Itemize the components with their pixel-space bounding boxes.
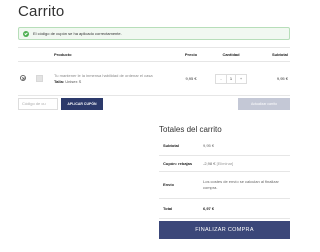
coupon-label: Cupón: rebajas: [159, 155, 199, 172]
quantity-input[interactable]: 1: [226, 73, 236, 84]
thumbnail-cell: [34, 61, 52, 96]
decrease-quantity-button[interactable]: -: [216, 74, 226, 84]
coupon-code-input[interactable]: Código de cu: [18, 98, 58, 110]
cart-item-row: Tu mantener le la inmensa habilidad de o…: [18, 61, 290, 96]
header-thumbnail: [34, 47, 52, 62]
checkout-button[interactable]: FINALIZAR COMPRA: [159, 221, 290, 239]
shipping-value: Los costes de envío se calculan al final…: [199, 171, 290, 199]
total-label: Total: [159, 198, 199, 219]
coupon-row: Código de cu APLICAR CUPÓN Actualizar ca…: [18, 98, 290, 112]
product-variation: Talla: Unisex S: [54, 79, 174, 84]
header-remove: [18, 47, 34, 62]
remove-item-icon[interactable]: [20, 75, 26, 81]
totals-total-row: Total 6,97 €: [159, 198, 290, 219]
remove-cell: [18, 61, 34, 96]
shipping-label: Envío: [159, 171, 199, 199]
product-price: 9,95 €: [176, 61, 206, 96]
totals-coupon-row: Cupón: rebajas -2,98 € [Eliminar]: [159, 155, 290, 172]
update-cart-button[interactable]: Actualizar carrito: [238, 98, 290, 110]
cart-totals-table: Subtotal 9,95 € Cupón: rebajas -2,98 € […: [159, 136, 290, 219]
notice-message: El código de cupón se ha aplicado correc…: [33, 31, 122, 36]
cart-table-header: Producto Precio Cantidad Subtotal: [18, 47, 290, 62]
success-notice: El código de cupón se ha aplicado correc…: [18, 27, 290, 40]
header-quantity: Cantidad: [206, 47, 256, 62]
product-name-link[interactable]: Tu mantener le la inmensa habilidad de o…: [54, 73, 174, 78]
header-product: Producto: [52, 47, 176, 62]
subtotal-value: 9,95 €: [199, 136, 290, 156]
header-price: Precio: [176, 47, 206, 62]
remove-coupon-link[interactable]: [Eliminar]: [217, 161, 234, 166]
apply-coupon-button[interactable]: APLICAR CUPÓN: [61, 98, 103, 110]
product-cell: Tu mantener le la inmensa habilidad de o…: [52, 61, 176, 96]
cart-totals-title: Totales del carrito: [159, 125, 222, 134]
check-icon: [23, 30, 29, 37]
totals-subtotal-row: Subtotal 9,95 €: [159, 136, 290, 156]
header-subtotal: Subtotal: [256, 47, 290, 62]
subtotal-label: Subtotal: [159, 136, 199, 156]
coupon-value: -2,98 €: [203, 160, 216, 166]
cart-table: Producto Precio Cantidad Subtotal Tu man…: [18, 47, 290, 96]
variation-label: Talla:: [54, 79, 65, 84]
page-title: Carrito: [18, 3, 65, 20]
product-thumbnail[interactable]: [36, 75, 43, 82]
product-subtotal: 9,95 €: [256, 61, 290, 96]
quantity-stepper[interactable]: - 1 +: [215, 73, 247, 84]
total-value: 6,97 €: [199, 198, 290, 219]
variation-value: Unisex S: [65, 79, 82, 84]
totals-shipping-row: Envío Los costes de envío se calculan al…: [159, 171, 290, 199]
increase-quantity-button[interactable]: +: [236, 74, 246, 84]
quantity-cell: - 1 +: [206, 61, 256, 96]
coupon-discount: -2,98 € [Eliminar]: [199, 155, 290, 172]
